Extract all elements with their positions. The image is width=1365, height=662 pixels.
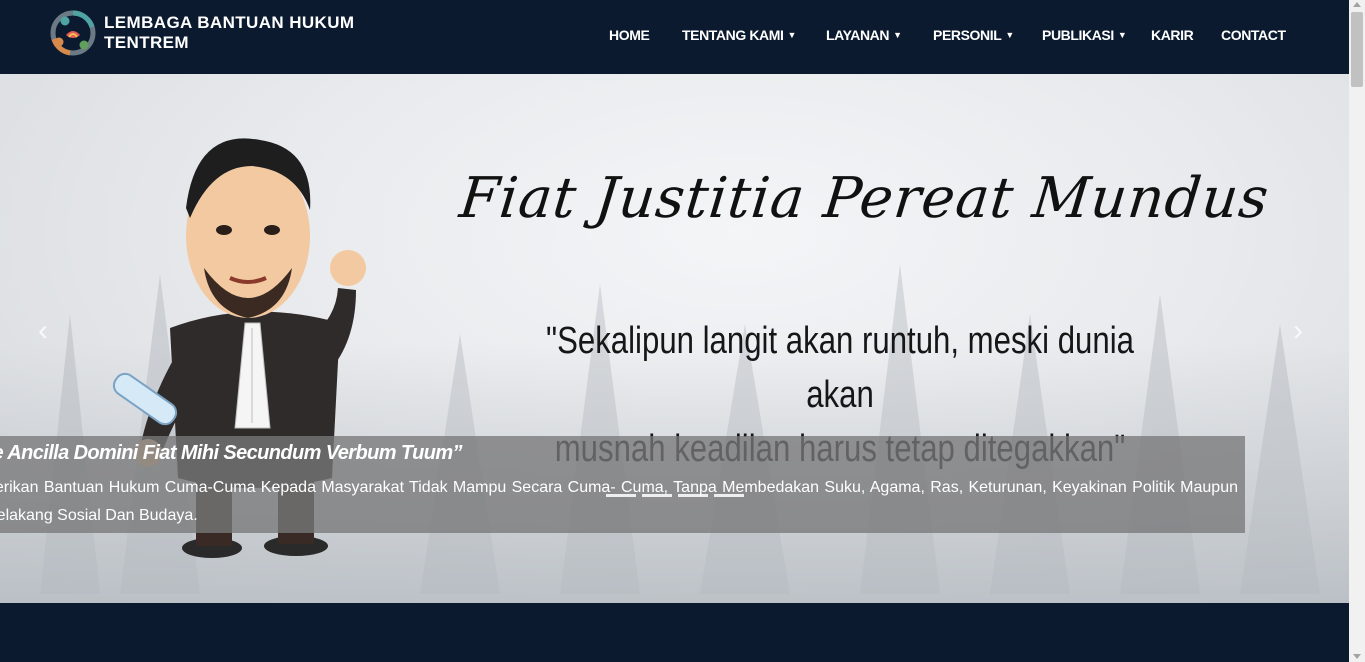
scroll-thumb[interactable] xyxy=(1351,12,1363,87)
nav-home-label: HOME xyxy=(609,27,650,43)
scroll-up-icon[interactable] xyxy=(1353,2,1361,7)
top-navbar: LEMBAGA BANTUAN HUKUM TENTREM HOME TENTA… xyxy=(0,0,1349,74)
caption-title: ce Ancilla Domini Fiat Mihi Secundum Ver… xyxy=(0,442,463,464)
chevron-down-icon: ▼ xyxy=(893,30,902,40)
hero-carousel: Fiat Justitia Pereat Mundus "Sekalipun l… xyxy=(0,74,1349,603)
carousel-indicator[interactable] xyxy=(678,494,708,497)
nav-contact-label: CONTACT xyxy=(1221,27,1286,43)
nav-karir[interactable]: KARIR xyxy=(1151,27,1194,43)
main-menu: HOME TENTANG KAMI ▼ LAYANAN ▼ PERSONIL ▼… xyxy=(0,27,1349,49)
nav-personil-label: PERSONIL xyxy=(933,27,1002,43)
nav-personil[interactable]: PERSONIL ▼ xyxy=(933,27,1014,43)
scroll-down-icon[interactable] xyxy=(1353,654,1361,659)
carousel-caption: ce Ancilla Domini Fiat Mihi Secundum Ver… xyxy=(0,436,1245,533)
carousel-prev-icon[interactable]: ‹ xyxy=(38,314,48,348)
nav-layanan-label: LAYANAN xyxy=(826,27,890,43)
nav-publikasi[interactable]: PUBLIKASI ▼ xyxy=(1042,27,1127,43)
page-scrollbar[interactable] xyxy=(1349,0,1365,662)
motto-heading: Fiat Justitia Pereat Mundus xyxy=(456,166,1273,231)
nav-karir-label: KARIR xyxy=(1151,27,1194,43)
nav-tentang-kami-label: TENTANG KAMI xyxy=(682,27,784,43)
chevron-down-icon: ▼ xyxy=(1005,30,1014,40)
nav-layanan[interactable]: LAYANAN ▼ xyxy=(826,27,902,43)
next-section xyxy=(0,603,1349,662)
carousel-indicator[interactable] xyxy=(714,494,744,497)
quote-line-1: "Sekalipun langit akan runtuh, meski dun… xyxy=(546,320,1134,416)
carousel-indicator[interactable] xyxy=(606,494,636,497)
carousel-next-icon[interactable]: › xyxy=(1293,314,1303,348)
nav-home[interactable]: HOME xyxy=(609,27,650,43)
chevron-down-icon: ▼ xyxy=(787,30,797,40)
carousel-indicators xyxy=(606,494,744,497)
chevron-down-icon: ▼ xyxy=(1117,30,1127,40)
nav-contact[interactable]: CONTACT xyxy=(1221,27,1286,43)
carousel-indicator[interactable] xyxy=(642,494,672,497)
nav-tentang-kami[interactable]: TENTANG KAMI ▼ xyxy=(682,27,796,43)
caption-text: berikan Bantuan Hukum Cuma-Cuma Kepada M… xyxy=(0,479,1238,524)
nav-publikasi-label: PUBLIKASI xyxy=(1042,27,1114,43)
